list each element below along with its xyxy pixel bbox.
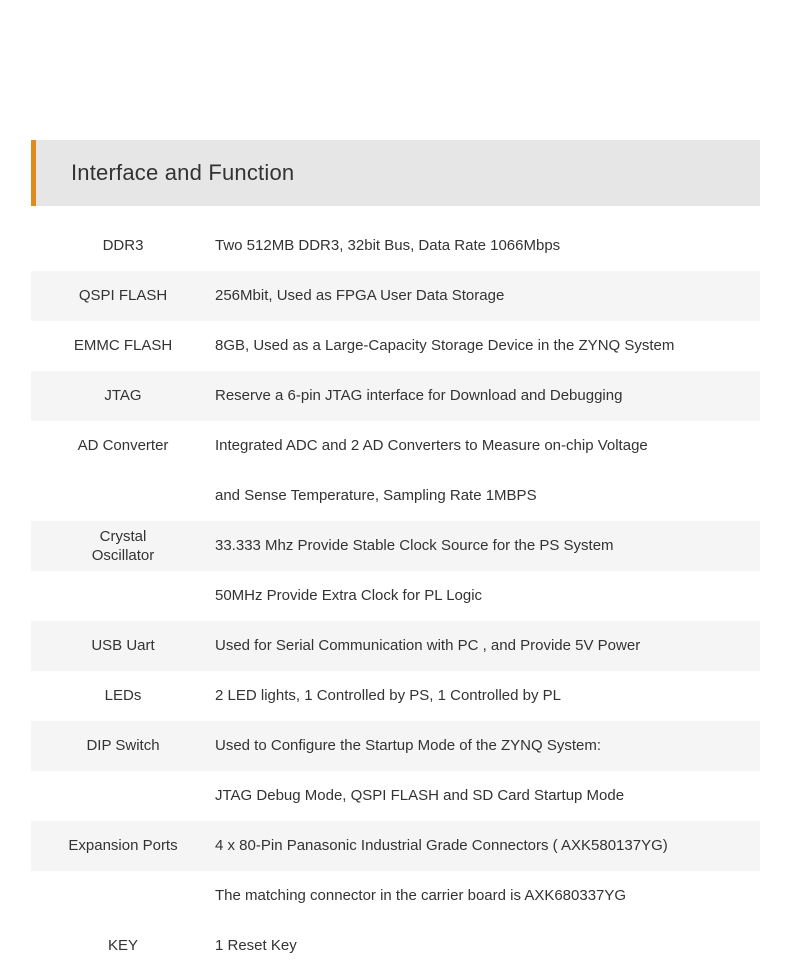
spec-value: JTAG Debug Mode, QSPI FLASH and SD Card … (215, 787, 625, 805)
accent-bar-icon (31, 140, 36, 206)
spec-table: DDR3 Two 512MB DDR3, 32bit Bus, Data Rate… (31, 221, 760, 971)
spec-label: AD Converter (77, 437, 169, 455)
table-row: AD Converter Integrated ADC and 2 AD Conv… (31, 421, 760, 471)
spec-sheet-page: Interface and Function DDR3 Two 512MB DDR… (0, 0, 790, 971)
spec-label: KEY (107, 937, 138, 955)
table-row: The matching connector in the carrier bo… (31, 871, 760, 921)
section-header: Interface and Function (31, 140, 760, 206)
table-row: JTAG Reserve a 6-pin JTAG interface for D… (31, 371, 760, 421)
table-row: Crystal Oscillator 33.333 Mhz Provide Sta… (31, 521, 760, 571)
table-row: USB Uart Used for Serial Communication wi… (31, 621, 760, 671)
spec-value: Reserve a 6-pin JTAG interface for Downl… (215, 387, 623, 405)
spec-value: Used for Serial Communication with PC , … (215, 637, 641, 655)
spec-value: 4 x 80-Pin Panasonic Industrial Grade Co… (215, 837, 668, 855)
spec-value: 256Mbit, Used as FPGA User Data Storage (215, 287, 505, 305)
spec-value: Used to Configure the Startup Mode of th… (215, 737, 602, 755)
spec-value: The matching connector in the carrier bo… (215, 887, 627, 905)
spec-label: USB Uart (91, 637, 155, 655)
table-row: LEDs 2 LED lights, 1 Controlled by PS, 1 … (31, 671, 760, 721)
table-row: DIP Switch Used to Configure the Startup … (31, 721, 760, 771)
spec-value: 8GB, Used as a Large-Capacity Storage De… (215, 337, 675, 355)
table-row: and Sense Temperature, Sampling Rate 1MB… (31, 471, 760, 521)
table-row: QSPI FLASH 256Mbit, Used as FPGA User Dat… (31, 271, 760, 321)
section-title: Interface and Function (71, 160, 295, 185)
table-row: 50MHz Provide Extra Clock for PL Logic (31, 571, 760, 621)
spec-label: JTAG (104, 387, 142, 405)
spec-label: DDR3 (102, 237, 144, 255)
table-row: EMMC FLASH 8GB, Used as a Large-Capacity … (31, 321, 760, 371)
table-row: JTAG Debug Mode, QSPI FLASH and SD Card … (31, 771, 760, 821)
spec-value: 1 Reset Key (215, 937, 297, 955)
spec-value: 50MHz Provide Extra Clock for PL Logic (215, 587, 483, 605)
spec-label: DIP Switch (86, 737, 160, 755)
spec-label: Crystal Oscillator (91, 527, 155, 564)
spec-label: LEDs (104, 687, 142, 705)
spec-label: EMMC FLASH (73, 337, 173, 355)
table-row: DDR3 Two 512MB DDR3, 32bit Bus, Data Rate… (31, 221, 760, 271)
spec-value: 33.333 Mhz Provide Stable Clock Source f… (215, 537, 614, 555)
table-row: Expansion Ports 4 x 80-Pin Panasonic Indu… (31, 821, 760, 871)
spec-label: Expansion Ports (68, 837, 178, 855)
spec-label: QSPI FLASH (78, 287, 168, 305)
spec-value: Two 512MB DDR3, 32bit Bus, Data Rate 106… (215, 237, 561, 255)
spec-value: 2 LED lights, 1 Controlled by PS, 1 Cont… (215, 687, 562, 705)
spec-value: Integrated ADC and 2 AD Converters to Me… (215, 437, 648, 455)
table-row: KEY 1 Reset Key (31, 921, 760, 971)
spec-value: and Sense Temperature, Sampling Rate 1MB… (215, 487, 537, 505)
